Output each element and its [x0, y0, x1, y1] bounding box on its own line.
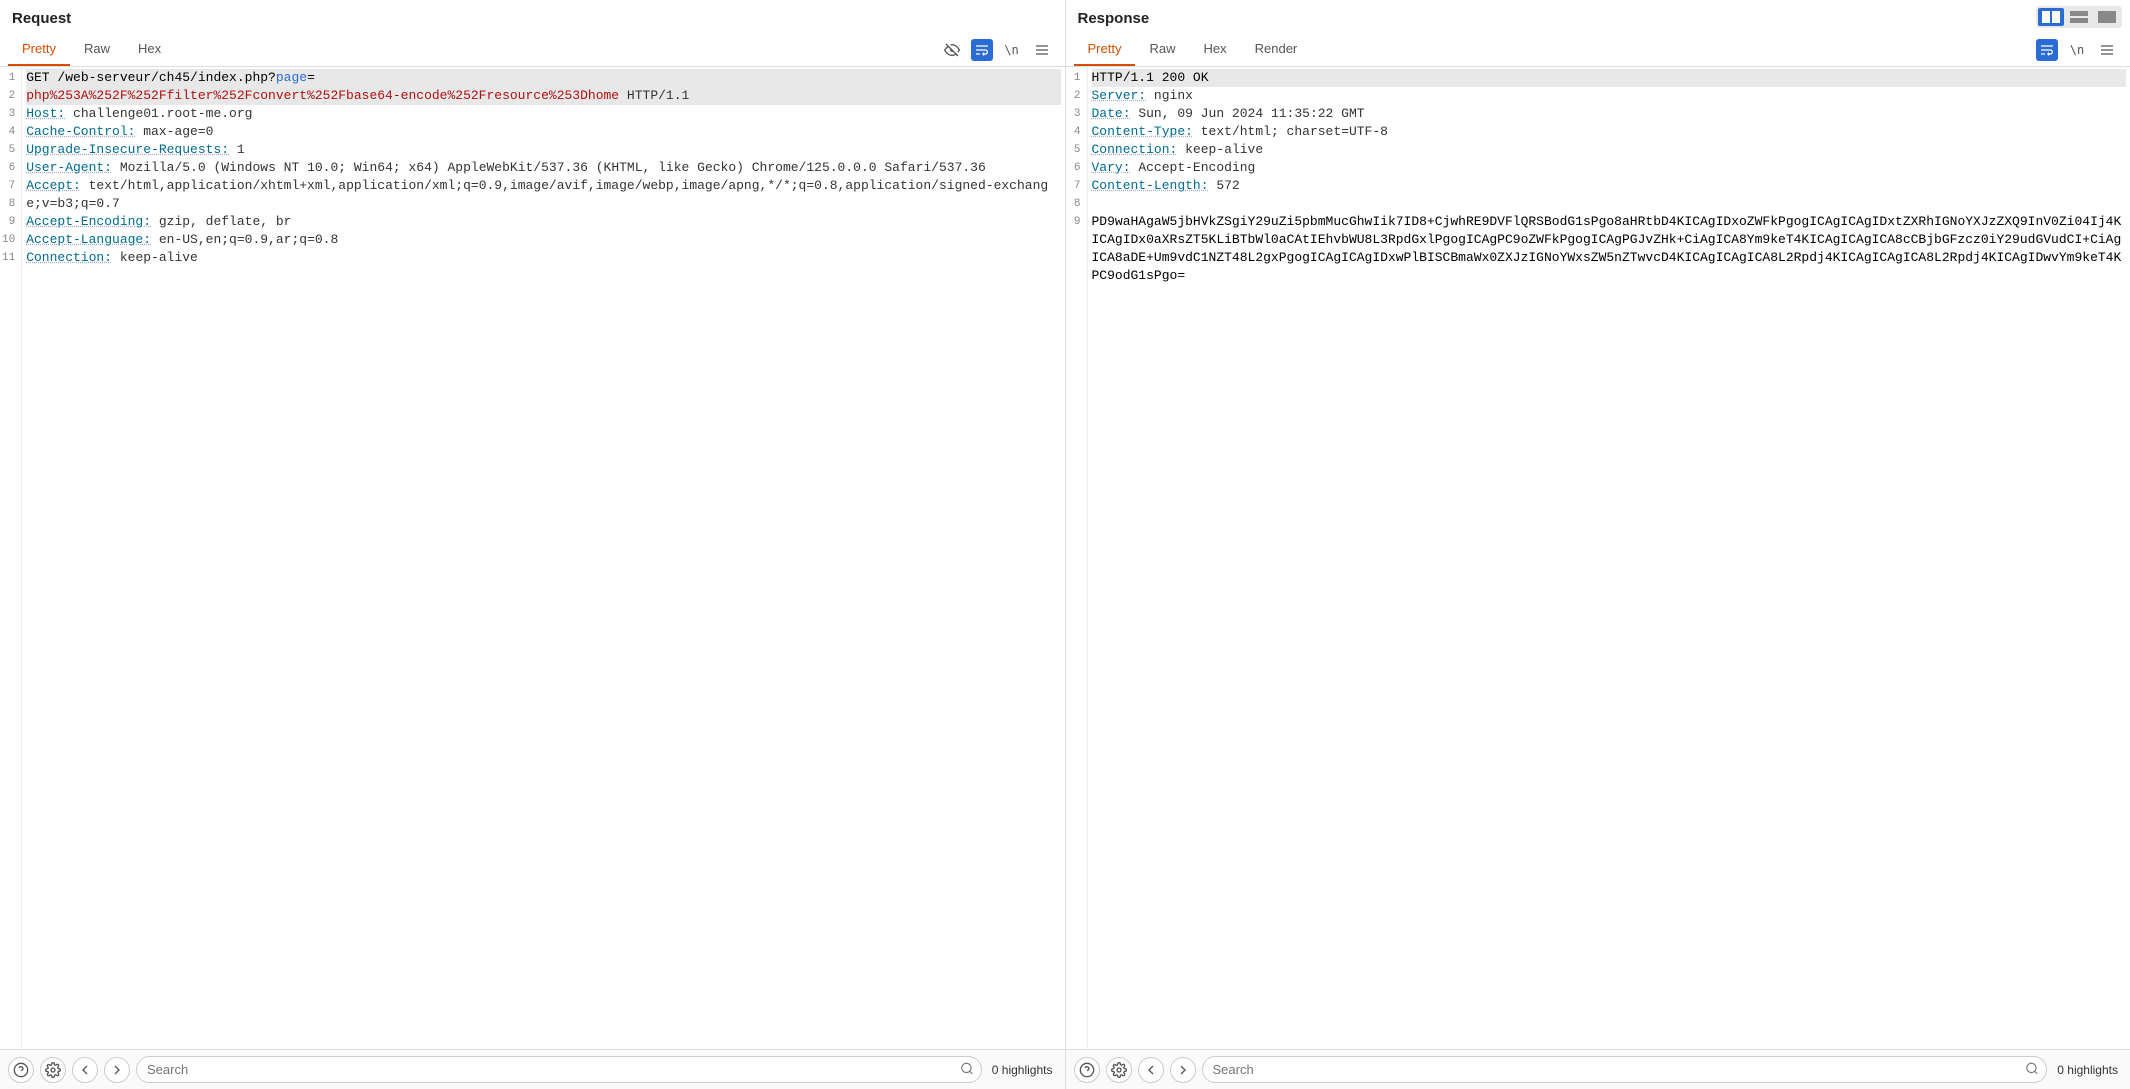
next-icon[interactable] [1170, 1057, 1196, 1083]
help-icon[interactable] [8, 1057, 34, 1083]
request-title: Request [12, 10, 1053, 27]
layout-combined-button[interactable] [2094, 8, 2120, 26]
layout-rows-button[interactable] [2066, 8, 2092, 26]
next-icon[interactable] [104, 1057, 130, 1083]
menu-icon[interactable] [2096, 39, 2118, 61]
tab-hex[interactable]: Hex [124, 33, 175, 66]
response-tabs: Pretty Raw Hex Render [1074, 33, 1312, 66]
search-icon[interactable] [2025, 1061, 2039, 1078]
help-icon[interactable] [1074, 1057, 1100, 1083]
tab-pretty[interactable]: Pretty [8, 33, 70, 66]
search-icon[interactable] [960, 1061, 974, 1078]
prev-icon[interactable] [72, 1057, 98, 1083]
newline-icon[interactable]: \n [1001, 39, 1023, 61]
request-search-input[interactable] [136, 1056, 982, 1083]
wrap-icon[interactable] [971, 39, 993, 61]
tab-render[interactable]: Render [1241, 33, 1312, 66]
layout-controls [2036, 6, 2122, 28]
newline-icon[interactable]: \n [2066, 39, 2088, 61]
tab-pretty[interactable]: Pretty [1074, 33, 1136, 66]
request-panel: Request Pretty Raw Hex \n [0, 0, 1066, 1089]
response-panel: Response Pretty Raw Hex Render \n 123456… [1066, 0, 2130, 1089]
wrap-icon[interactable] [2036, 39, 2058, 61]
request-highlights: 0 highlights [988, 1063, 1057, 1077]
layout-columns-button[interactable] [2038, 8, 2064, 26]
menu-icon[interactable] [1031, 39, 1053, 61]
gear-icon[interactable] [1106, 1057, 1132, 1083]
tab-hex[interactable]: Hex [1189, 33, 1240, 66]
tab-raw[interactable]: Raw [70, 33, 124, 66]
response-highlights: 0 highlights [2053, 1063, 2122, 1077]
prev-icon[interactable] [1138, 1057, 1164, 1083]
response-search-input[interactable] [1202, 1056, 2048, 1083]
request-editor[interactable]: 1234567891011 GET /web-serveur/ch45/inde… [0, 67, 1065, 1049]
hide-icon[interactable] [941, 39, 963, 61]
tab-raw[interactable]: Raw [1135, 33, 1189, 66]
response-editor[interactable]: 123456789 HTTP/1.1 200 OKServer: nginxDa… [1066, 67, 2130, 1049]
gear-icon[interactable] [40, 1057, 66, 1083]
response-title: Response [1078, 10, 2119, 27]
request-tabs: Pretty Raw Hex [8, 33, 175, 66]
